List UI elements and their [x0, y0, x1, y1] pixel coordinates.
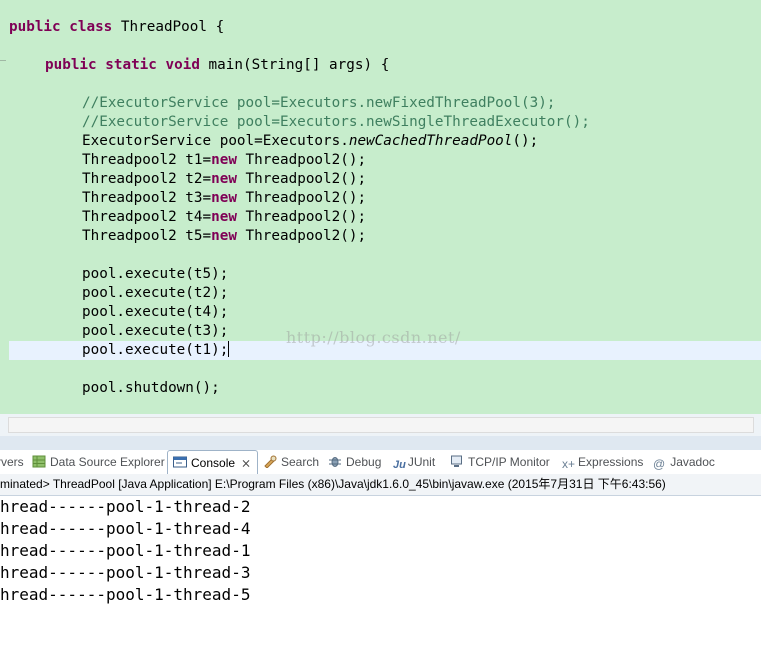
watermark: http://blog.csdn.net/: [286, 328, 461, 347]
console-line: hread------pool-1-thread-2: [0, 497, 251, 516]
console-line: hread------pool-1-thread-4: [0, 519, 251, 538]
code-line-pool-declaration[interactable]: ExecutorService pool=Executors.newCached…: [82, 132, 538, 151]
editor-ruler[interactable]: [0, 0, 7, 414]
scrollbar-thumb[interactable]: [8, 417, 754, 433]
console-line: hread------pool-1-thread-5: [0, 585, 251, 604]
code-line-shutdown[interactable]: pool.shutdown();: [82, 379, 220, 398]
code-line-main-declaration[interactable]: public static void main(String[] args) {: [45, 56, 389, 75]
tab-console[interactable]: Console ⨯: [167, 450, 259, 475]
close-icon[interactable]: ⨯: [241, 451, 251, 475]
junit-icon: Ju: [393, 459, 406, 471]
expressions-icon: x+: [562, 457, 576, 471]
console-icon: [173, 453, 187, 468]
panel-sash[interactable]: [0, 436, 761, 451]
code-editor[interactable]: public class ThreadPool { public static …: [0, 0, 761, 414]
tab-tcpip-monitor[interactable]: TCP/IP Monitor: [450, 450, 550, 474]
code-line-comment[interactable]: //ExecutorService pool=Executors.newSing…: [82, 113, 590, 132]
code-line-thread-declaration[interactable]: Threadpool2 t2=new Threadpool2();: [82, 170, 366, 189]
search-icon: [263, 452, 277, 469]
console-line: hread------pool-1-thread-3: [0, 563, 251, 582]
code-line-execute[interactable]: pool.execute(t2);: [82, 284, 228, 303]
code-line-comment[interactable]: //ExecutorService pool=Executors.newFixe…: [82, 94, 555, 113]
tab-javadoc[interactable]: @ Javadoc: [653, 450, 715, 474]
fold-marker[interactable]: [0, 60, 6, 61]
console-line: hread------pool-1-thread-1: [0, 541, 251, 560]
tab-expressions[interactable]: x+ Expressions: [562, 450, 643, 474]
code-line-execute[interactable]: pool.execute(t1);: [82, 341, 230, 360]
console-output[interactable]: hread------pool-1-thread-2 hread------po…: [0, 496, 761, 655]
tab-junit[interactable]: Ju JUnit: [393, 450, 435, 474]
code-line-thread-declaration[interactable]: Threadpool2 t1=new Threadpool2();: [82, 151, 366, 170]
code-line-thread-declaration[interactable]: Threadpool2 t3=new Threadpool2();: [82, 189, 366, 208]
text-caret: [228, 341, 230, 357]
code-line-execute[interactable]: pool.execute(t5);: [82, 265, 228, 284]
code-line-execute[interactable]: pool.execute(t3);: [82, 322, 228, 341]
code-line-class-declaration[interactable]: public class ThreadPool {: [9, 18, 224, 37]
javadoc-icon: @: [653, 457, 666, 471]
tab-search[interactable]: Search: [263, 450, 319, 474]
debug-icon: [328, 452, 342, 467]
tab-servers[interactable]: rvers: [0, 450, 24, 474]
code-line-thread-declaration[interactable]: Threadpool2 t4=new Threadpool2();: [82, 208, 366, 227]
data-source-icon: [32, 452, 46, 468]
view-tab-bar: rvers Data Source Explorer Console⨯ Sear…: [0, 450, 761, 474]
tab-data-source-explorer[interactable]: Data Source Explorer: [32, 450, 165, 474]
tcpip-monitor-icon: [450, 452, 464, 467]
console-process-label: minated> ThreadPool [Java Application] E…: [0, 474, 761, 496]
code-line-execute[interactable]: pool.execute(t4);: [82, 303, 228, 322]
tab-debug[interactable]: Debug: [328, 450, 381, 474]
code-line-thread-declaration[interactable]: Threadpool2 t5=new Threadpool2();: [82, 227, 366, 246]
